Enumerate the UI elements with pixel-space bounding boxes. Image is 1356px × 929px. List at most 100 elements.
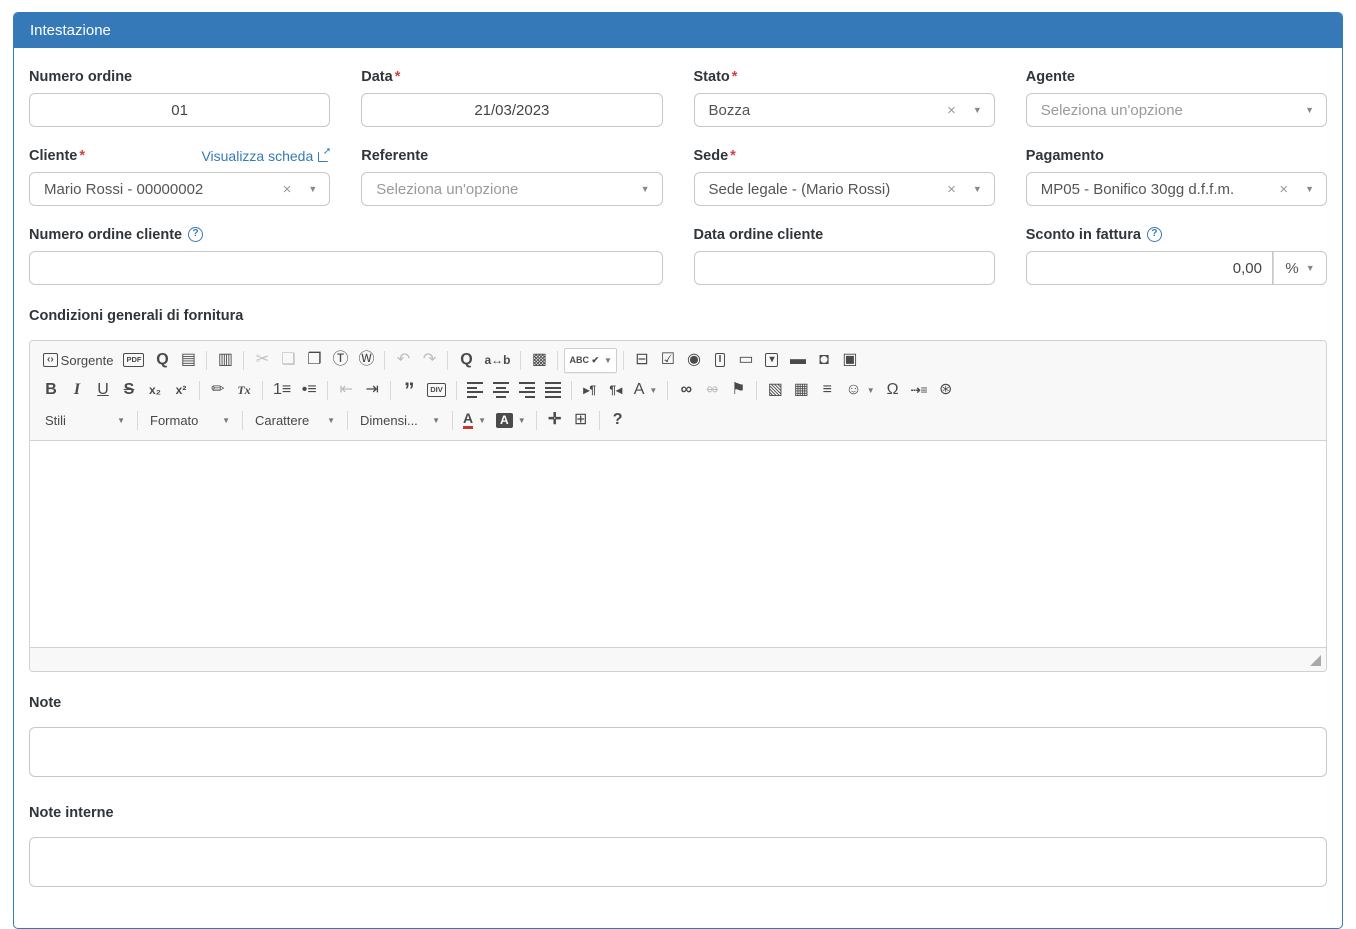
- table-button[interactable]: ▦: [789, 378, 813, 403]
- copy-formatting-button[interactable]: ✏: [206, 378, 230, 403]
- subscript-button[interactable]: x₂: [143, 378, 167, 403]
- div-container-button[interactable]: DIV: [423, 378, 450, 403]
- numbered-list-button[interactable]: 1≡: [269, 378, 295, 403]
- editor-content-area[interactable]: [30, 440, 1326, 647]
- button-button[interactable]: ▬: [786, 348, 810, 373]
- special-char-button[interactable]: Ω: [881, 378, 905, 403]
- styles-combo-label: Stili: [45, 413, 66, 428]
- hidden-field-button[interactable]: ▣: [838, 348, 862, 373]
- align-center-button[interactable]: [489, 378, 513, 403]
- image-button[interactable]: ▧: [763, 378, 787, 403]
- data-input[interactable]: [361, 93, 662, 127]
- sconto-unit-select[interactable]: % ▼: [1273, 251, 1327, 285]
- about-button[interactable]: ?: [606, 408, 630, 433]
- paste-button[interactable]: ❐: [302, 348, 326, 373]
- agente-select[interactable]: Seleziona un'opzione ▼: [1026, 93, 1327, 127]
- export-pdf-button[interactable]: PDF: [119, 348, 148, 373]
- sede-select[interactable]: Sede legale - (Mario Rossi) × ▼: [694, 172, 995, 206]
- toolbar-row-2: BIUSx₂x²✏Tx1≡•≡⇤⇥”DIV▸¶¶◂A▼∞∞⚑▧▦≡☺▼Ω⇢≡⊛: [38, 375, 1318, 405]
- bold-button[interactable]: B: [39, 378, 63, 403]
- bidi-rtl-button[interactable]: ¶◂: [604, 378, 628, 403]
- horizontal-rule-button[interactable]: ≡: [815, 378, 839, 403]
- toolbar-separator: [390, 381, 391, 400]
- visualizza-scheda-link[interactable]: Visualizza scheda: [201, 148, 330, 164]
- redo-button[interactable]: ↷: [417, 348, 441, 373]
- align-justify-button[interactable]: [541, 378, 565, 403]
- bulleted-list-button[interactable]: •≡: [297, 378, 321, 403]
- help-icon[interactable]: ?: [188, 227, 203, 242]
- agente-select-placeholder: Seleziona un'opzione: [1041, 102, 1305, 119]
- smiley-button[interactable]: ☺▼: [841, 378, 878, 403]
- format-combo[interactable]: Formato▼: [144, 408, 236, 433]
- checkbox-button[interactable]: ☑: [656, 348, 680, 373]
- size-combo[interactable]: Dimensi...▼: [354, 408, 446, 433]
- stato-select[interactable]: Bozza × ▼: [694, 93, 995, 127]
- note-interne-textarea[interactable]: [29, 837, 1327, 887]
- toolbar-separator: [536, 411, 537, 430]
- blockquote-button[interactable]: ”: [397, 378, 421, 403]
- language-button[interactable]: A▼: [630, 378, 662, 403]
- replace-button[interactable]: a↔b: [480, 348, 514, 373]
- font-combo[interactable]: Carattere▼: [249, 408, 341, 433]
- underline-button[interactable]: U: [91, 378, 115, 403]
- paste-word-button[interactable]: Ⓦ: [354, 348, 378, 373]
- select-field-button[interactable]: ▾: [760, 348, 784, 373]
- clear-icon[interactable]: ×: [942, 181, 961, 198]
- page-break-button[interactable]: ⇢≡: [907, 378, 932, 403]
- cut-button[interactable]: ✂: [250, 348, 274, 373]
- preview-button[interactable]: Q: [150, 348, 174, 373]
- show-blocks-button[interactable]: ⊞: [569, 408, 593, 433]
- anchor-button[interactable]: ⚑: [726, 378, 750, 403]
- copy-button[interactable]: ❏: [276, 348, 300, 373]
- paste-text-button[interactable]: Ⓣ: [328, 348, 352, 373]
- print-button[interactable]: ▤: [176, 348, 200, 373]
- help-icon[interactable]: ?: [1147, 227, 1162, 242]
- spellcheck-button[interactable]: ABC ✔▼: [564, 348, 616, 373]
- outdent-button[interactable]: ⇤: [334, 378, 358, 403]
- clear-icon[interactable]: ×: [278, 181, 297, 198]
- numero-ordine-cliente-input[interactable]: [29, 251, 663, 285]
- select-all-button[interactable]: ▩: [527, 348, 551, 373]
- editor-toolbar: ‹›SorgentePDFQ▤▥✂❏❐ⓉⓌ↶↷Qa↔b▩ABC ✔▼⊟☑◉I▭▾…: [30, 341, 1326, 440]
- source-button[interactable]: ‹›Sorgente: [39, 348, 117, 373]
- indent-button[interactable]: ⇥: [360, 378, 384, 403]
- text-field-button[interactable]: I: [708, 348, 732, 373]
- bidi-ltr-button[interactable]: ▸¶: [578, 378, 602, 403]
- referente-select[interactable]: Seleziona un'opzione ▼: [361, 172, 662, 206]
- find-button[interactable]: Q: [454, 348, 478, 373]
- agente-label: Agente: [1026, 69, 1075, 85]
- copy-formatting-button-icon: ✏: [211, 382, 224, 398]
- superscript-button[interactable]: x²: [169, 378, 193, 403]
- toolbar-separator: [137, 411, 138, 430]
- unlink-button[interactable]: ∞: [700, 378, 724, 403]
- sconto-input[interactable]: [1026, 251, 1273, 285]
- align-right-button[interactable]: [515, 378, 539, 403]
- align-left-button[interactable]: [463, 378, 487, 403]
- styles-combo[interactable]: Stili▼: [39, 408, 131, 433]
- strikethrough-button[interactable]: S: [117, 378, 141, 403]
- radio-button[interactable]: ◉: [682, 348, 706, 373]
- templates-button[interactable]: ▥: [213, 348, 237, 373]
- textarea-button[interactable]: ▭: [734, 348, 758, 373]
- image-button-button[interactable]: ◘: [812, 348, 836, 373]
- required-asterisk: *: [730, 148, 736, 164]
- resize-handle-icon[interactable]: [1310, 655, 1321, 666]
- data-ordine-cliente-input[interactable]: [694, 251, 995, 285]
- link-button[interactable]: ∞: [674, 378, 698, 403]
- clear-icon[interactable]: ×: [942, 102, 961, 119]
- cliente-select[interactable]: Mario Rossi - 00000002 × ▼: [29, 172, 330, 206]
- sede-label: Sede: [694, 148, 729, 164]
- bg-color-button[interactable]: A▼: [492, 408, 530, 433]
- undo-button[interactable]: ↶: [391, 348, 415, 373]
- subscript-button-icon: x₂: [149, 384, 161, 396]
- italic-button[interactable]: I: [65, 378, 89, 403]
- pagamento-select[interactable]: MP05 - Bonifico 30gg d.f.f.m. × ▼: [1026, 172, 1327, 206]
- maximize-button[interactable]: ✛: [543, 408, 567, 433]
- form-button[interactable]: ⊟: [630, 348, 654, 373]
- remove-format-button[interactable]: Tx: [232, 378, 256, 403]
- numero-ordine-input[interactable]: [29, 93, 330, 127]
- iframe-button[interactable]: ⊛: [934, 378, 958, 403]
- clear-icon[interactable]: ×: [1274, 181, 1293, 198]
- note-textarea[interactable]: [29, 727, 1327, 777]
- text-color-button[interactable]: A▼: [459, 408, 490, 433]
